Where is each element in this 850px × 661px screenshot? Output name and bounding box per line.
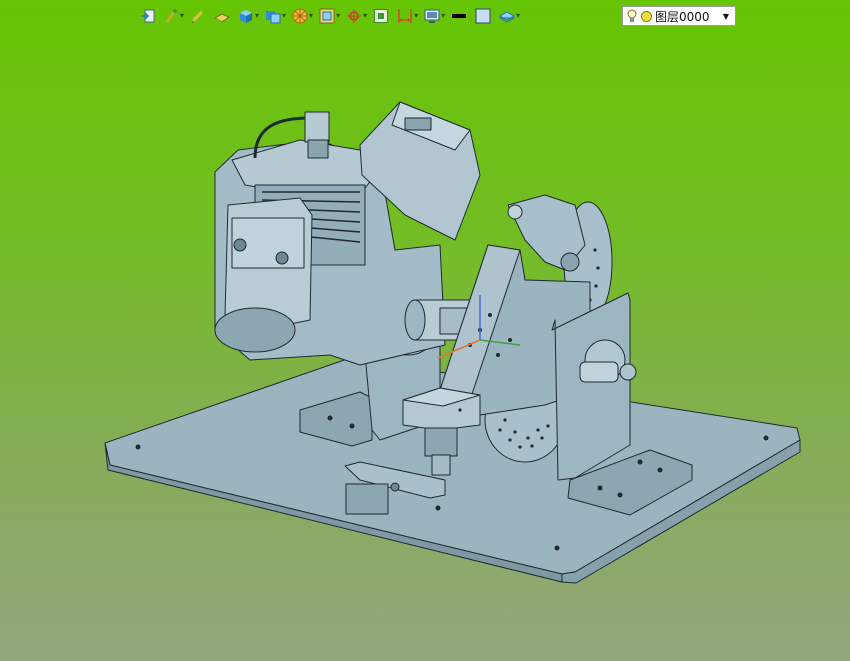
dropdown-glyph[interactable]: ▾ <box>336 12 340 20</box>
lightbulb-icon <box>627 9 637 22</box>
dropdown-glyph[interactable]: ▾ <box>309 12 313 20</box>
toolbar-button-snap-target[interactable]: ▾ <box>346 5 371 27</box>
display-monitor-icon <box>424 9 440 23</box>
model-scene[interactable] <box>0 0 850 661</box>
fill-color-icon <box>475 8 491 24</box>
layer-dropdown-arrow[interactable]: ▼ <box>723 12 729 21</box>
layer-color-swatch <box>641 10 652 22</box>
layer-selector[interactable]: 图层0000 ▼ <box>622 6 736 26</box>
toolbar: ▾ ▾ ▾ ▾ ▾ ▾ ▾ ▾ ▾ <box>140 4 524 28</box>
dropdown-glyph[interactable]: ▾ <box>516 12 520 20</box>
dropdown-glyph[interactable]: ▾ <box>255 12 259 20</box>
toolbar-button-dimension[interactable]: ▾ <box>397 5 422 27</box>
toolbar-button-pencil[interactable] <box>190 5 212 27</box>
toolbar-button-fit-view[interactable] <box>373 5 395 27</box>
section-wheel-icon <box>292 8 308 24</box>
pen-tool-icon <box>165 9 177 23</box>
dropdown-glyph[interactable]: ▾ <box>414 12 418 20</box>
toolbar-button-shaded-cube[interactable]: ▾ <box>238 5 263 27</box>
toolbar-button-pen-tool[interactable]: ▾ <box>163 5 188 27</box>
toolbar-button-fill-color[interactable] <box>475 5 497 27</box>
dropdown-glyph[interactable]: ▾ <box>441 12 445 20</box>
dimension-icon <box>398 9 412 23</box>
dropdown-glyph[interactable]: ▾ <box>180 12 184 20</box>
shaded-cube-icon <box>240 10 253 23</box>
fit-view-icon <box>374 9 389 23</box>
snap-target-icon <box>347 9 362 23</box>
dropdown-glyph[interactable]: ▾ <box>282 12 286 20</box>
dropdown-glyph[interactable]: ▾ <box>363 12 367 20</box>
toolbar-button-display-monitor[interactable]: ▾ <box>424 5 449 27</box>
pencil-icon <box>191 10 204 23</box>
right-bracket <box>551 292 693 516</box>
layer-stack-icon <box>499 11 516 23</box>
3d-viewport[interactable]: ▾ ▾ ▾ ▾ ▾ ▾ ▾ ▾ ▾ 图层0000 ▼ <box>0 0 850 661</box>
toolbar-button-sketch-plane[interactable] <box>214 5 236 27</box>
toolbar-button-line-color[interactable] <box>451 5 473 27</box>
layer-name: 图层0000 <box>655 9 710 24</box>
toolbar-button-layer-stack[interactable]: ▾ <box>499 5 524 27</box>
sketch-plane-icon <box>214 13 231 23</box>
exit-sketch-icon <box>141 9 155 23</box>
wireframe-box-icon <box>319 8 335 24</box>
view-cube-icon <box>266 11 281 24</box>
toolbar-button-section-wheel[interactable]: ▾ <box>292 5 317 27</box>
toolbar-button-view-cube[interactable]: ▾ <box>265 5 290 27</box>
line-color-icon <box>452 14 467 18</box>
toolbar-button-wireframe-box[interactable]: ▾ <box>319 5 344 27</box>
toolbar-button-exit-sketch[interactable] <box>140 5 161 27</box>
